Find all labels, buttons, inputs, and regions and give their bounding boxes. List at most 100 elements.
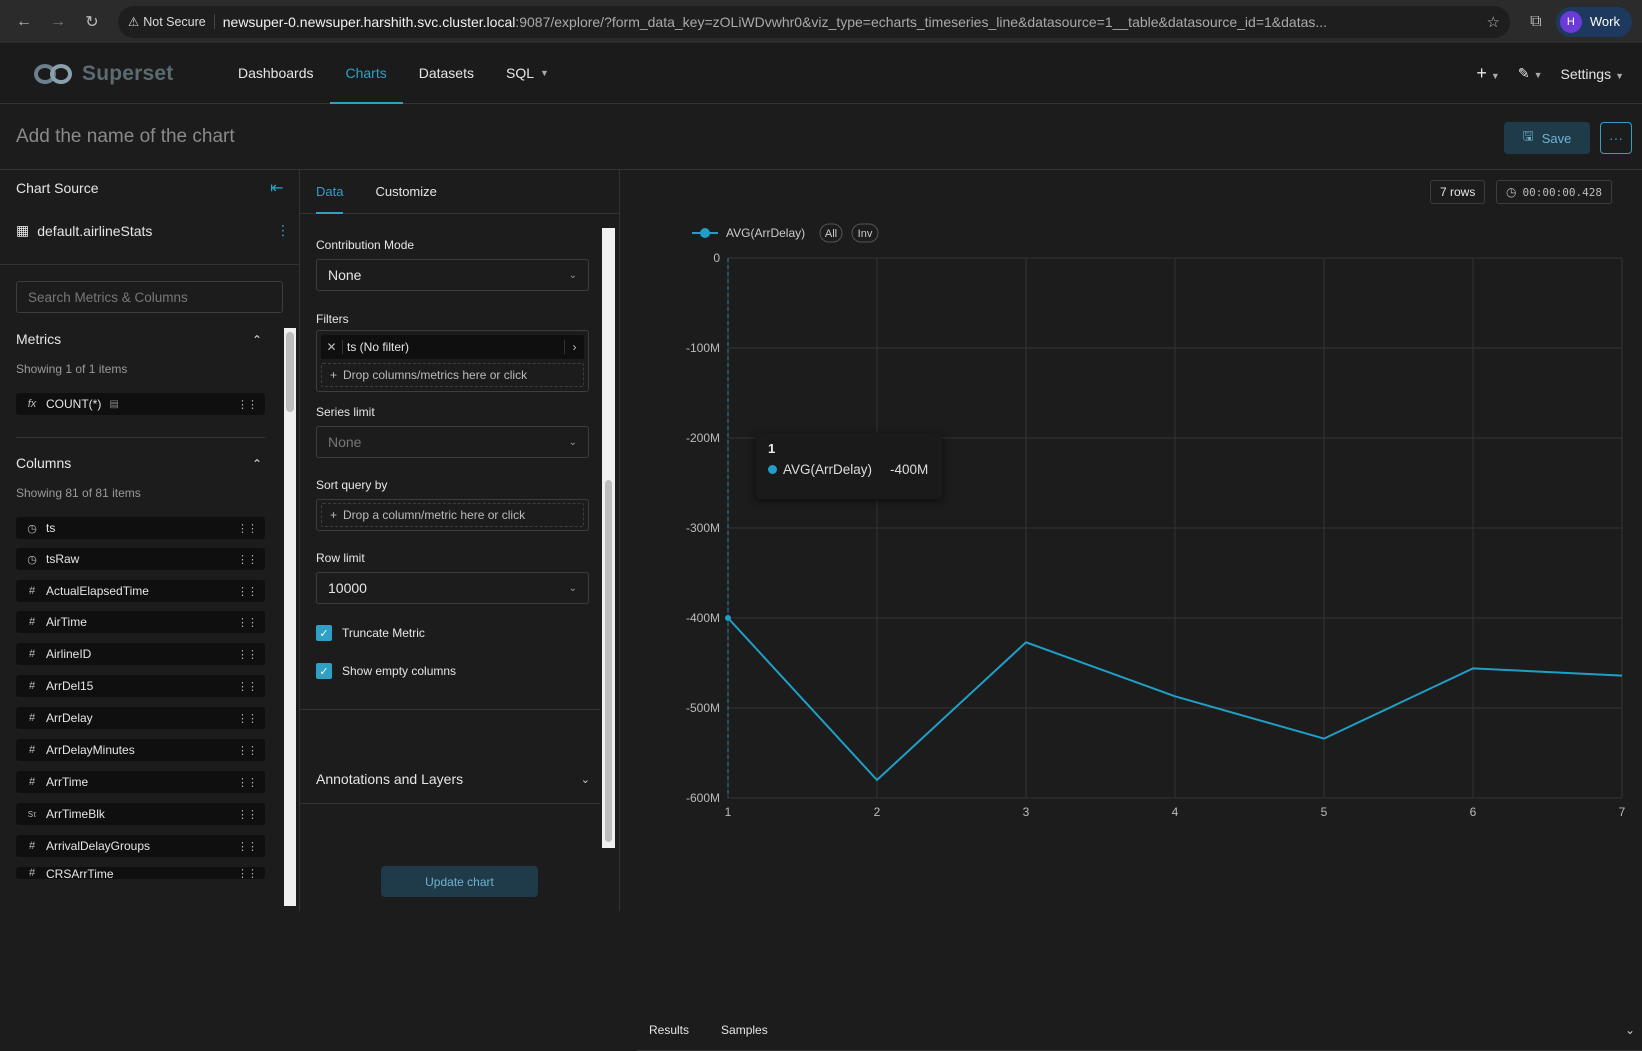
left-scrollbar[interactable]	[284, 328, 296, 906]
chevron-down-icon[interactable]: ⌄	[1625, 1023, 1635, 1037]
show-empty-columns-checkbox[interactable]: ✓ Show empty columns	[316, 663, 456, 679]
bookmark-star-icon[interactable]: ☆	[1486, 13, 1499, 31]
collapse-panel-icon[interactable]: ⇤	[270, 178, 283, 198]
new-menu-button[interactable]: + ▼	[1476, 63, 1499, 84]
drag-handle-icon[interactable]: ⋮⋮	[237, 840, 258, 853]
profile-button[interactable]: H Work	[1555, 6, 1632, 37]
mid-scrollbar-thumb[interactable]	[605, 480, 612, 842]
column-item[interactable]: # ActualElapsedTime ⋮⋮	[16, 580, 265, 602]
annotations-label: Annotations and Layers	[316, 771, 464, 787]
update-chart-button[interactable]: Update chart	[381, 866, 538, 897]
drag-handle-icon[interactable]: ⋮⋮	[237, 808, 258, 821]
drag-handle-icon[interactable]: ⋮⋮	[237, 585, 258, 598]
menu-datasets[interactable]: Datasets	[403, 44, 490, 104]
contribution-mode-select[interactable]: None ⌄	[316, 259, 589, 291]
legend-marker-icon	[700, 228, 710, 238]
chevron-right-icon[interactable]: ›	[564, 340, 584, 354]
metric-item[interactable]: fx COUNT(*) ▤ ⋮⋮	[16, 393, 265, 415]
close-icon[interactable]: ✕	[321, 340, 343, 354]
menu-sql[interactable]: SQL ▼	[490, 44, 565, 104]
tab-customize[interactable]: Customize	[375, 170, 436, 214]
x-tick-label: 7	[1619, 805, 1626, 819]
reload-icon[interactable]: ↻	[78, 8, 106, 36]
drag-handle-icon[interactable]: ⋮⋮	[237, 522, 258, 535]
theme-button[interactable]: ✎ ▼	[1518, 65, 1543, 82]
extensions-icon[interactable]: ⧉	[1522, 8, 1550, 36]
forward-arrow-icon[interactable]: →	[44, 8, 72, 36]
chart-container: 7 rows ◷ 00:00:00.428 0 -100M -200M -300M -4…	[620, 170, 1642, 1051]
drag-handle-icon[interactable]: ⋮⋮	[237, 553, 258, 566]
drag-handle-icon[interactable]: ⋮⋮	[237, 744, 258, 757]
column-label: ArrDelay	[46, 711, 93, 725]
menu-charts[interactable]: Charts	[329, 44, 403, 104]
url-text[interactable]: newsuper-0.newsuper.harshith.svc.cluster…	[223, 14, 1479, 30]
security-indicator[interactable]: ⚠ Not Secure	[128, 14, 215, 29]
clock-icon: ◷	[27, 553, 37, 566]
settings-menu[interactable]: Settings ▼	[1560, 66, 1624, 82]
search-input[interactable]: Search Metrics & Columns	[16, 281, 283, 313]
chevron-down-icon: ▼	[1615, 70, 1624, 81]
drag-handle-icon[interactable]: ⋮⋮	[237, 616, 258, 629]
drag-handle-icon[interactable]: ⋮⋮	[237, 776, 258, 789]
columns-heading[interactable]: Columns	[16, 455, 71, 471]
drag-handle-icon[interactable]: ⋮⋮	[237, 712, 258, 725]
filters-drop-zone[interactable]: + Drop columns/metrics here or click	[321, 363, 584, 387]
annotations-section-header[interactable]: Annotations and Layers ⌄	[316, 771, 590, 787]
column-label: ArrivalDelayGroups	[46, 839, 151, 853]
security-label: Not Secure	[143, 14, 206, 29]
dataset-more-icon[interactable]: ⋮	[276, 222, 290, 239]
column-item[interactable]: ◷ ts ⋮⋮	[16, 517, 265, 539]
column-item[interactable]: # ArrDelay ⋮⋮	[16, 707, 265, 729]
column-item[interactable]: # AirTime ⋮⋮	[16, 611, 265, 633]
tooltip-series: AVG(ArrDelay)	[783, 462, 873, 477]
y-tick-label: 0	[713, 251, 720, 265]
nav-right: + ▼ ✎ ▼ Settings ▼	[1476, 63, 1624, 84]
legend-toggle-label: Inv	[858, 228, 873, 240]
sort-drop-zone[interactable]: + Drop a column/metric here or click	[321, 503, 584, 527]
drag-handle-icon[interactable]: ⋮⋮	[237, 680, 258, 693]
drag-handle-icon[interactable]: ⋮⋮	[237, 648, 258, 661]
column-item[interactable]: # ArrDelayMinutes ⋮⋮	[16, 739, 265, 761]
column-item[interactable]: ◷ tsRaw ⋮⋮	[16, 548, 265, 570]
address-bar[interactable]: ⚠ Not Secure newsuper-0.newsuper.harshit…	[118, 5, 1510, 38]
tooltip-title: 1	[768, 441, 776, 456]
chart-source-heading: Chart Source	[16, 180, 99, 196]
truncate-metric-checkbox[interactable]: ✓ Truncate Metric	[316, 625, 425, 641]
chevron-up-icon[interactable]: ⌃	[252, 333, 262, 347]
back-arrow-icon[interactable]: ←	[10, 8, 38, 36]
drag-handle-icon[interactable]: ⋮⋮	[237, 398, 258, 411]
menu-dashboards[interactable]: Dashboards	[222, 44, 330, 104]
left-scrollbar-thumb[interactable]	[286, 332, 294, 412]
tab-results[interactable]: Results	[637, 1023, 701, 1037]
logo-icon	[34, 62, 78, 86]
dataset-row[interactable]: ▦ default.airlineStats	[16, 222, 152, 239]
superset-logo[interactable]: Superset	[34, 62, 194, 86]
sort-query-label: Sort query by	[316, 478, 388, 492]
chart-header: Add the name of the chart 🖫 Save ···	[0, 104, 1642, 170]
column-item[interactable]: # ArrDel15 ⋮⋮	[16, 675, 265, 697]
filter-pill[interactable]: ✕ ts (No filter) ›	[321, 335, 584, 359]
plus-icon: +	[330, 368, 338, 382]
data-point-highlight	[725, 615, 731, 621]
save-button[interactable]: 🖫 Save	[1504, 122, 1590, 154]
line-chart[interactable]: 0 -100M -200M -300M -400M -500M -600M 1 2 3 4 5 6 7 AV…	[620, 170, 1642, 850]
chevron-down-icon: ⌄	[568, 269, 577, 281]
column-label: ts	[46, 521, 56, 535]
more-options-button[interactable]: ···	[1600, 122, 1632, 154]
row-limit-select[interactable]: 10000 ⌄	[316, 572, 589, 604]
metrics-heading[interactable]: Metrics	[16, 331, 61, 347]
column-item[interactable]: # AirlineID ⋮⋮	[16, 643, 265, 665]
tab-data[interactable]: Data	[316, 170, 344, 214]
hash-icon: #	[28, 680, 36, 692]
dataset-name: default.airlineStats	[37, 222, 153, 239]
column-item[interactable]: Sτ ArrTimeBlk ⋮⋮	[16, 803, 265, 825]
column-item[interactable]: # ArrTime ⋮⋮	[16, 771, 265, 793]
sort-query-box: + Drop a column/metric here or click	[316, 499, 589, 531]
tab-samples[interactable]: Samples	[709, 1023, 780, 1037]
chart-title-input[interactable]: Add the name of the chart	[16, 126, 235, 148]
column-item[interactable]: # ArrivalDelayGroups ⋮⋮	[16, 835, 265, 857]
series-limit-select[interactable]: None ⌄	[316, 426, 589, 458]
column-item[interactable]: # CRSArrTime ⋮⋮	[16, 867, 265, 879]
drag-handle-icon[interactable]: ⋮⋮	[237, 867, 258, 879]
chevron-up-icon[interactable]: ⌃	[252, 457, 262, 471]
